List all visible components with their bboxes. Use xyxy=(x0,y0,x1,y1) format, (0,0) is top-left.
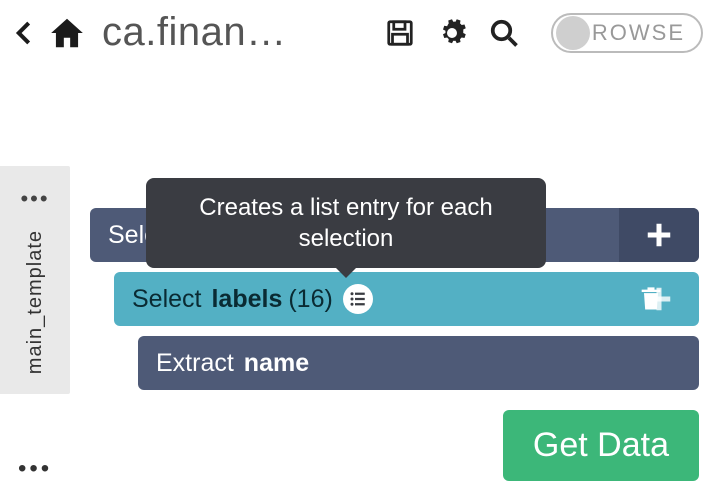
get-data-button[interactable]: Get Data xyxy=(503,410,699,481)
step-extract-name[interactable]: Extract name xyxy=(138,336,699,390)
add-button[interactable] xyxy=(619,208,699,262)
more-icon[interactable]: ••• xyxy=(18,455,52,483)
template-tab[interactable]: ••• main_template xyxy=(0,166,70,394)
tooltip: Creates a list entry for each selection xyxy=(146,178,546,268)
search-icon[interactable] xyxy=(489,18,519,48)
add-button[interactable] xyxy=(619,272,699,326)
ellipsis-icon[interactable]: ••• xyxy=(20,186,49,212)
toggle-knob xyxy=(556,16,590,50)
mode-toggle[interactable]: BROWSE xyxy=(551,13,703,53)
gear-icon[interactable] xyxy=(437,18,467,48)
home-icon[interactable] xyxy=(48,14,86,52)
back-icon[interactable] xyxy=(6,16,40,50)
page-title: ca.finan… xyxy=(102,10,377,55)
save-icon[interactable] xyxy=(385,18,415,48)
toggle-label: BROWSE xyxy=(575,20,685,46)
template-label: main_template xyxy=(24,230,47,374)
step-select-labels[interactable]: Select labels (16) xyxy=(114,272,699,326)
list-icon[interactable] xyxy=(343,284,373,314)
